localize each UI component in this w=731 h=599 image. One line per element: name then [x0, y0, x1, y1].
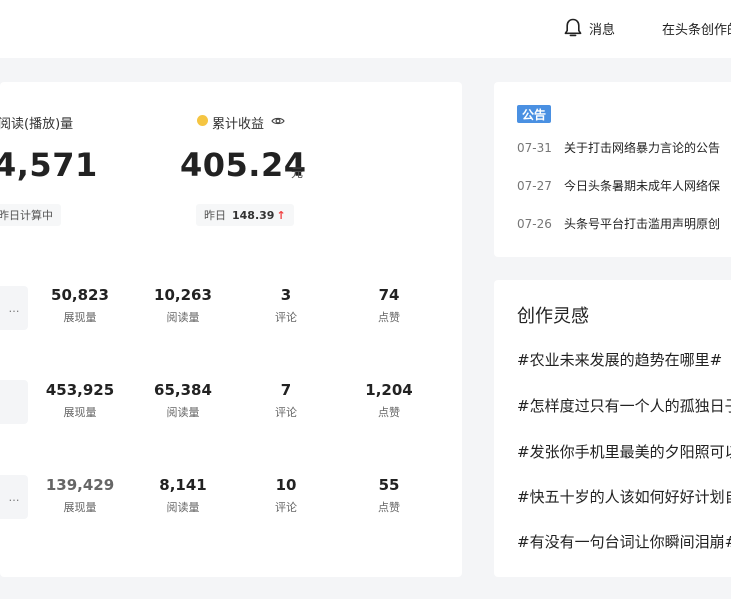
- eye-icon[interactable]: [271, 114, 285, 128]
- yesterday-income-pill: 昨日 148.39 ↑: [196, 204, 294, 226]
- notice-title: 关于打击网络暴力言论的公告: [564, 141, 721, 155]
- impressions-value: 50,823: [51, 286, 109, 304]
- comments-value: 7: [280, 381, 292, 399]
- article-thumbnail[interactable]: …: [0, 286, 28, 330]
- likes-label: 点赞: [378, 311, 400, 324]
- notice-item[interactable]: 07-31 关于打击网络暴力言论的公告: [517, 137, 720, 157]
- notice-item[interactable]: 07-26 头条号平台打击滥用声明原创: [517, 213, 720, 233]
- likes-label: 点赞: [378, 406, 400, 419]
- top-bar: 消息 在头条创作的: [0, 0, 731, 58]
- yesterday-value: 148.39: [232, 208, 275, 222]
- topic-link[interactable]: #快五十岁的人该如何好好计划自: [517, 486, 731, 507]
- impressions-value: 139,429: [45, 476, 115, 494]
- notice-item[interactable]: 07-27 今日头条暑期未成年人网络保: [517, 175, 720, 195]
- comments-label: 评论: [275, 406, 297, 419]
- income-unit: 元: [291, 166, 304, 180]
- likes-value: 74: [378, 286, 400, 304]
- notice-title: 今日头条暑期未成年人网络保: [564, 179, 721, 193]
- thumbnail-more-icon: …: [8, 301, 20, 315]
- topic-link[interactable]: #怎样度过只有一个人的孤独日子: [517, 395, 731, 416]
- reads-count-label: 阅读量: [166, 311, 200, 324]
- reads-label: 阅读(播放)量: [0, 117, 74, 132]
- create-on-toutiao-link[interactable]: 在头条创作的: [662, 19, 731, 38]
- notice-date: 07-31: [517, 141, 552, 155]
- reads-count-value: 65,384: [154, 381, 212, 399]
- topic-link[interactable]: #发张你手机里最美的夕阳照可以: [517, 441, 731, 462]
- comments-value: 10: [275, 476, 297, 494]
- impressions-value: 453,925: [45, 381, 115, 399]
- likes-label: 点赞: [378, 501, 400, 514]
- impressions-label: 展现量: [63, 501, 97, 514]
- reads-count-label: 阅读量: [166, 406, 200, 419]
- messages-label[interactable]: 消息: [589, 19, 615, 38]
- reads-count-label: 阅读量: [166, 501, 200, 514]
- bell-icon[interactable]: [562, 17, 584, 39]
- yesterday-label: 昨日: [204, 209, 226, 222]
- up-arrow-icon: ↑: [276, 208, 286, 222]
- notice-card: 公告 07-31 关于打击网络暴力言论的公告 07-27 今日头条暑期未成年人网络保…: [494, 82, 731, 257]
- data-overview-card: 阅读(播放)量 4,571 昨日计算中 累计收益 405.24 元 昨日 148…: [0, 82, 462, 577]
- reads-count-value: 8,141: [159, 476, 207, 494]
- notice-title: 头条号平台打击滥用声明原创: [564, 217, 721, 231]
- impressions-label: 展现量: [63, 311, 97, 324]
- income-value: 405.24: [180, 146, 307, 184]
- income-label: 累计收益: [212, 117, 265, 132]
- topic-link[interactable]: #有没有一句台词让你瞬间泪崩#: [517, 531, 731, 552]
- coin-icon: [197, 115, 208, 126]
- likes-value: 1,204: [365, 381, 413, 399]
- reads-note: 昨日计算中: [0, 209, 53, 222]
- topic-link[interactable]: #农业未来发展的趋势在哪里#: [517, 349, 722, 370]
- comments-label: 评论: [275, 501, 297, 514]
- thumbnail-more-icon: …: [8, 490, 20, 504]
- impressions-label: 展现量: [63, 406, 97, 419]
- article-thumbnail[interactable]: …: [0, 475, 28, 519]
- article-thumbnail[interactable]: [0, 380, 28, 424]
- inspiration-card: 创作灵感 #农业未来发展的趋势在哪里# #怎样度过只有一个人的孤独日子 #发张你…: [494, 280, 731, 577]
- reads-count-value: 10,263: [154, 286, 212, 304]
- comments-label: 评论: [275, 311, 297, 324]
- notice-badge: 公告: [517, 105, 552, 123]
- likes-value: 55: [378, 476, 400, 494]
- notice-date: 07-27: [517, 179, 552, 193]
- reads-value: 4,571: [0, 146, 98, 184]
- comments-value: 3: [280, 286, 292, 304]
- notice-date: 07-26: [517, 217, 552, 231]
- reads-note-pill: 昨日计算中: [0, 204, 61, 226]
- inspiration-title: 创作灵感: [517, 306, 589, 327]
